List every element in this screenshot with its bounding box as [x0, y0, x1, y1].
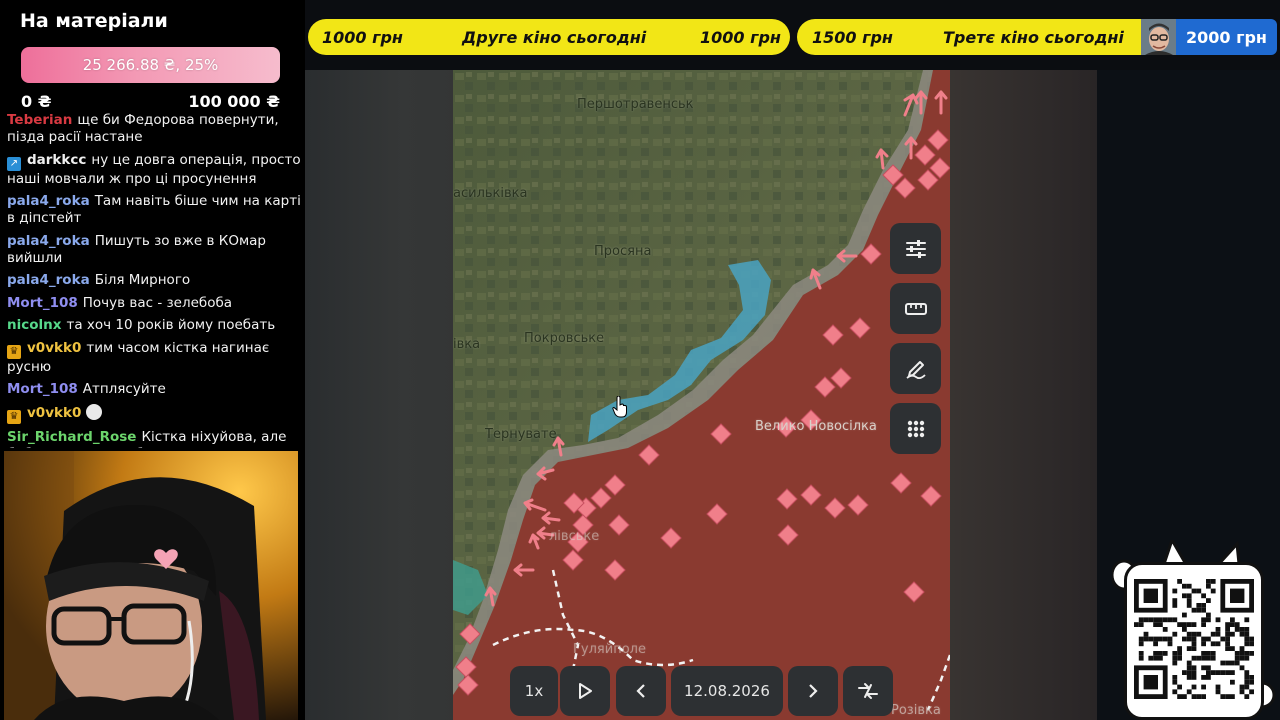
- donor-amount-badge: 2000 грн: [1176, 19, 1277, 55]
- next-date-button[interactable]: [788, 666, 838, 716]
- chat-message: nicolnx та хоч 10 років йому поебать: [7, 317, 303, 334]
- compare-arrows-icon: [858, 683, 878, 699]
- chat-text: Біля Мирного: [94, 272, 191, 288]
- chat-log: Teberian ще би Федорова повернути, пізда …: [7, 112, 303, 448]
- chat-message: Mort_108 Атплясуйте: [7, 381, 303, 398]
- map-label-prosiana: Просяна: [594, 244, 652, 259]
- map-label-novosilka: Велико Новосілка: [755, 419, 877, 434]
- draw-icon: [905, 360, 926, 379]
- speed-label: 1x: [524, 682, 544, 700]
- draw-button[interactable]: [890, 343, 941, 394]
- donor-amount: 2000 грн: [1186, 27, 1267, 47]
- banner1-title: Друге кіно сьогодні: [462, 27, 647, 47]
- left-column: На матеріали 25 266.88 ₴, 25% 0 ₴ 100 00…: [0, 0, 305, 720]
- qr-card: [1124, 562, 1264, 720]
- qr-code: [1134, 579, 1254, 699]
- goal-title: На матеріали: [20, 10, 168, 32]
- map-label-pershotravensk: Першотравенськ: [577, 97, 694, 112]
- goal-progress-bar: 25 266.88 ₴, 25%: [21, 47, 280, 83]
- chat-username[interactable]: v0vkk0: [27, 405, 81, 421]
- chat-username[interactable]: v0vkk0: [27, 340, 81, 356]
- chat-message: ♛ v0vkk0: [7, 403, 303, 424]
- banner2-title: Третє кіно сьогодні: [943, 27, 1124, 47]
- chat-username[interactable]: Mort_108: [7, 381, 78, 397]
- chat-username[interactable]: pala4_roka: [7, 233, 90, 249]
- speed-button[interactable]: 1x: [510, 666, 558, 716]
- map-label-bottom-left: лівське: [549, 529, 600, 544]
- chat-message: Mort_108 Почув вас - зелебоба: [7, 295, 303, 312]
- map-label-bottom-right: Розівка: [891, 703, 941, 718]
- chat-message: pala4_roka Біля Мирного: [7, 272, 303, 289]
- goal-min-label: 0 ₴: [21, 92, 52, 111]
- filter-button[interactable]: [890, 223, 941, 274]
- map-label-pokrovske: Покровське: [524, 331, 605, 346]
- movie-goal-banner-1: 1000 грн Друге кіно сьогодні 1000 грн: [308, 19, 790, 55]
- chat-message: pala4_roka Там навіть біше чим на карті в…: [7, 193, 303, 227]
- movie-goal-banner-2: 1500 грн Третє кіно сьогодні: [797, 19, 1177, 55]
- goal-progress-text: 25 266.88 ₴, 25%: [82, 56, 219, 74]
- chat-username[interactable]: Teberian: [7, 112, 72, 128]
- ghost-emote: [86, 403, 103, 420]
- chat-username[interactable]: darkkcc: [27, 152, 86, 168]
- current-date: 12.08.2026: [684, 682, 770, 700]
- ruler-icon: [904, 302, 927, 315]
- play-icon: [579, 683, 592, 699]
- chat-username[interactable]: Mort_108: [7, 295, 78, 311]
- donor-avatar: [1141, 19, 1177, 55]
- chat-text: Почув вас - зелебоба: [82, 294, 233, 311]
- measure-button[interactable]: [890, 283, 941, 334]
- chat-username[interactable]: pala4_roka: [7, 193, 90, 209]
- map-canvas: [453, 70, 950, 720]
- chat-text: та хоч 10 років йому поебать: [66, 317, 276, 333]
- frontline-map[interactable]: Першотравенськ асильківка Просяна Покров…: [453, 70, 950, 720]
- goal-max-label: 100 000 ₴: [188, 92, 280, 111]
- banner2-left-amount: 1500 грн: [812, 27, 893, 47]
- chat-message: Sir_Richard_RoseКістка ніхуйова, але баб…: [7, 429, 303, 448]
- chat-message: pala4_roka Пишуть зо вже в КОмар вийшли: [7, 233, 303, 267]
- verified-badge-icon: ↗: [7, 156, 21, 171]
- map-label-bottom: Гуляйполе: [573, 642, 646, 657]
- chat-message: ↗ darkkcc ну це довга операція, просто наш…: [7, 152, 303, 188]
- layers-grid-button[interactable]: [890, 403, 941, 454]
- chat-text: Атплясуйте: [82, 381, 166, 397]
- chat-username[interactable]: nicolnx: [7, 317, 61, 333]
- map-label-vasylkivka: асильківка: [453, 186, 528, 201]
- map-label-ternuvate: Тернувате: [485, 427, 557, 442]
- chat-username[interactable]: pala4_roka: [7, 272, 90, 288]
- chat-username[interactable]: Sir_Richard_Rose: [7, 429, 136, 445]
- banner1-left-amount: 1000 грн: [322, 27, 403, 47]
- prev-date-button[interactable]: [616, 666, 666, 716]
- map-label-ivka: івка: [453, 337, 481, 352]
- sliders-icon: [905, 239, 926, 258]
- crown-badge-icon: ♛: [7, 409, 21, 424]
- play-button[interactable]: [560, 666, 610, 716]
- chat-message: Teberian ще би Федорова повернути, пізда …: [7, 112, 303, 146]
- qr-code-widget: [1112, 540, 1278, 720]
- webcam-feed: [4, 451, 298, 720]
- mouse-cursor-icon: [612, 395, 628, 418]
- banner1-right-amount: 1000 грн: [700, 27, 781, 47]
- chevron-right-icon: [809, 684, 818, 698]
- compare-button[interactable]: [843, 666, 893, 716]
- crown-badge-icon: ♛: [7, 344, 21, 359]
- grid-icon: [907, 420, 924, 437]
- chevron-left-icon: [636, 684, 645, 698]
- date-display[interactable]: 12.08.2026: [671, 666, 783, 716]
- chat-message: ♛ v0vkk0 тим часом кістка нагинає русню: [7, 340, 303, 376]
